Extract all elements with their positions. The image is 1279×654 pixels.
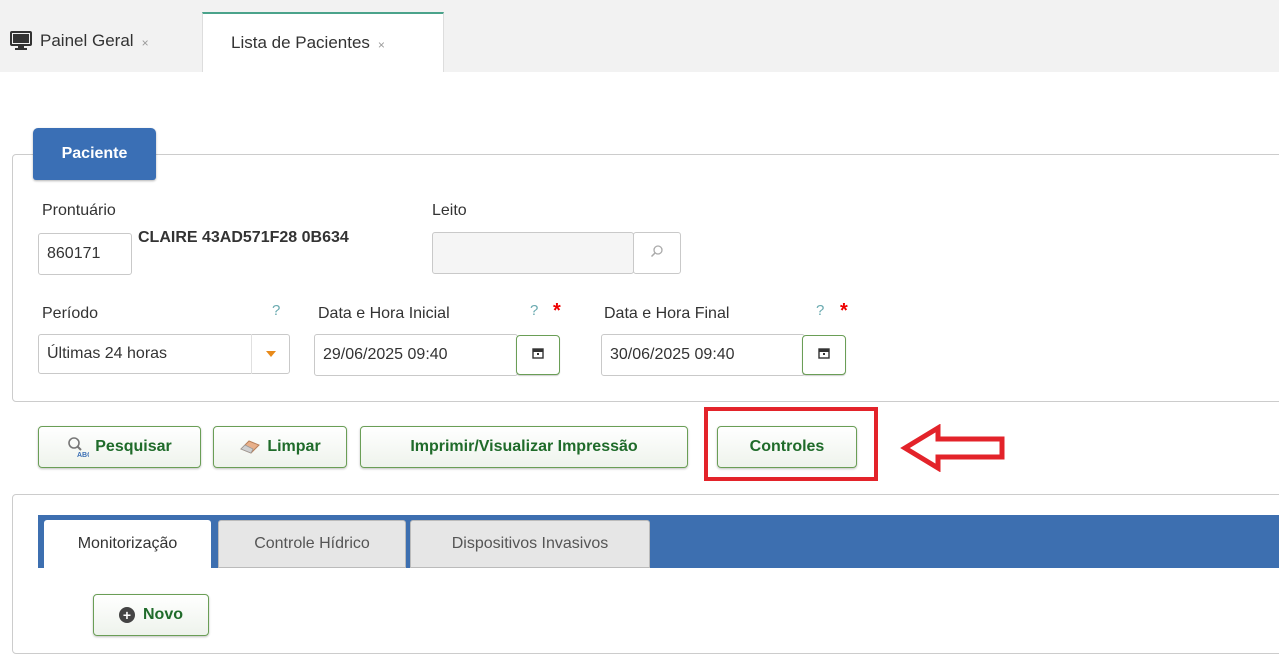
data-inicial-value: 29/06/2025 09:40: [323, 346, 448, 363]
left-arrow-annotation: [900, 423, 1010, 477]
search-abc-icon: ABC: [67, 436, 89, 458]
tab-controle-hidrico[interactable]: Controle Hídrico: [218, 520, 406, 568]
highlight-box: [704, 407, 878, 481]
leito-search-button[interactable]: [633, 232, 681, 274]
tab-painel-geral[interactable]: Painel Geral ×: [0, 10, 200, 72]
patient-section-title: Paciente: [33, 128, 156, 180]
tab-monitorizacao[interactable]: Monitorização: [44, 520, 211, 568]
periodo-help-icon[interactable]: ?: [272, 302, 280, 319]
prontuario-label: Prontuário: [42, 202, 116, 219]
data-inicial-input[interactable]: 29/06/2025 09:40: [314, 334, 518, 376]
leito-input[interactable]: [432, 232, 634, 274]
tab-dispositivos-invasivos[interactable]: Dispositivos Invasivos: [410, 520, 650, 568]
calendar-icon: [818, 346, 830, 364]
required-mark: *: [553, 300, 561, 322]
data-final-label: Data e Hora Final: [604, 305, 730, 322]
search-icon: [650, 244, 664, 263]
pesquisar-button[interactable]: ABC Pesquisar: [38, 426, 201, 468]
calendar-icon: [532, 346, 544, 364]
novo-button[interactable]: + Novo: [93, 594, 209, 636]
eraser-icon: [239, 439, 261, 455]
tab-controle-hidrico-label: Controle Hídrico: [254, 535, 370, 552]
close-icon[interactable]: ×: [142, 36, 149, 50]
close-icon[interactable]: ×: [378, 38, 385, 52]
tab-dispositivos-invasivos-label: Dispositivos Invasivos: [451, 535, 609, 552]
data-inicial-calendar-button[interactable]: [516, 335, 560, 375]
dropdown-arrow-icon[interactable]: [251, 334, 289, 374]
data-final-calendar-button[interactable]: [802, 335, 846, 375]
periodo-value: Últimas 24 horas: [47, 345, 168, 362]
leito-label: Leito: [432, 202, 467, 219]
tab-painel-geral-label: Painel Geral: [40, 31, 134, 50]
prontuario-input[interactable]: 860171: [38, 233, 132, 275]
tab-lista-de-pacientes[interactable]: Lista de Pacientes ×: [202, 12, 444, 72]
data-final-input[interactable]: 30/06/2025 09:40: [601, 334, 805, 376]
svg-text:ABC: ABC: [77, 452, 89, 458]
patient-name: CLAIRE 43AD571F28 0B634: [138, 229, 349, 246]
limpar-label: Limpar: [267, 438, 321, 455]
imprimir-button[interactable]: Imprimir/Visualizar Impressão: [360, 426, 688, 468]
tab-monitorizacao-label: Monitorização: [77, 535, 178, 552]
plus-icon: +: [119, 607, 135, 623]
monitor-icon: [10, 31, 32, 51]
data-inicial-label: Data e Hora Inicial: [318, 305, 450, 322]
prontuario-value: 860171: [47, 245, 101, 262]
data-final-help-icon[interactable]: ?: [816, 302, 824, 319]
novo-label: Novo: [143, 606, 183, 623]
required-mark: *: [840, 300, 848, 322]
tab-lista-de-pacientes-label: Lista de Pacientes: [231, 33, 370, 52]
periodo-label: Período: [42, 305, 99, 322]
limpar-button[interactable]: Limpar: [213, 426, 347, 468]
imprimir-label: Imprimir/Visualizar Impressão: [410, 438, 638, 455]
data-final-value: 30/06/2025 09:40: [610, 346, 735, 363]
pesquisar-label: Pesquisar: [95, 438, 172, 455]
data-inicial-help-icon[interactable]: ?: [530, 302, 538, 319]
